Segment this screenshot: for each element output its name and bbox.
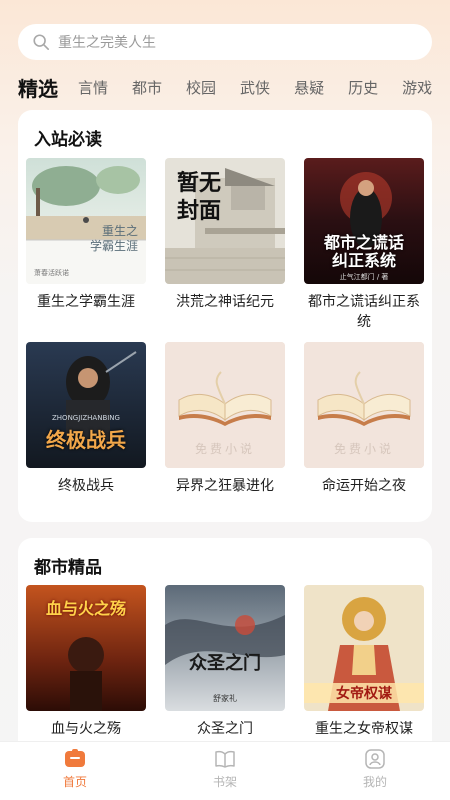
- cover-author: 萧春活跃诺: [34, 269, 69, 277]
- cover-text: 都市之谎话 纠正系统: [323, 233, 404, 270]
- nav-label: 书架: [212, 775, 237, 789]
- cover-text: 众圣之门: [189, 653, 261, 674]
- tab-urban[interactable]: 都市: [132, 77, 162, 98]
- book-cover[interactable]: 血与火之殇: [26, 585, 146, 711]
- book-cover[interactable]: 免费小说: [165, 342, 285, 468]
- cover-text: 女帝权谋: [304, 683, 424, 703]
- book-cover[interactable]: 众圣之门 舒家礼: [165, 585, 285, 711]
- cover-pinyin: ZHONGJIZHANBING: [52, 414, 120, 422]
- nav-home[interactable]: 首页: [0, 742, 150, 800]
- book-cover[interactable]: 重生之 学霸生涯 萧春活跃诺: [26, 158, 146, 284]
- section-title: 入站必读: [34, 130, 102, 150]
- book-item[interactable]: 众圣之门 舒家礼 众圣之门: [165, 585, 285, 739]
- book-title[interactable]: 异界之狂暴进化: [165, 476, 285, 496]
- book-item[interactable]: ZHONGJIZHANBING 终极战兵 终极战兵: [26, 342, 146, 496]
- tab-history[interactable]: 历史: [348, 77, 378, 98]
- profile-icon: [365, 749, 385, 769]
- book-cover[interactable]: ZHONGJIZHANBING 终极战兵: [26, 342, 146, 468]
- book-item[interactable]: 重生之 学霸生涯 萧春活跃诺 重生之学霸生涯: [26, 158, 146, 312]
- category-tabs: 精选 言情 都市 校园 武侠 悬疑 历史 游戏: [18, 72, 450, 102]
- section-urban-picks: 都市精品 血与火之殇 血与火之殇 众圣之门 舒家礼 众圣之门 女帝权谋 重生之女…: [18, 538, 432, 758]
- tab-romance[interactable]: 言情: [78, 77, 108, 98]
- nav-label: 我的: [362, 775, 387, 789]
- book-item[interactable]: 免费小说 异界之狂暴进化: [165, 342, 285, 496]
- cover-text: 终极战兵: [46, 428, 126, 452]
- section-must-read: 入站必读 重生之 学霸生涯 萧春活跃诺 重生之学霸生涯 暂无 封面 洪荒之神话纪…: [18, 110, 432, 522]
- book-item[interactable]: 血与火之殇 血与火之殇: [26, 585, 146, 739]
- cover-author: 止气江都门 / 著: [339, 273, 389, 281]
- cover-text: 重生之 学霸生涯: [89, 224, 138, 253]
- book-title[interactable]: 洪荒之神话纪元: [165, 292, 285, 312]
- book-item[interactable]: 免费小说 命运开始之夜: [304, 342, 424, 496]
- book-item[interactable]: 暂无 封面 洪荒之神话纪元: [165, 158, 285, 312]
- search-icon: [33, 34, 50, 51]
- cover-text: 血与火之殇: [45, 599, 126, 618]
- search-input[interactable]: 重生之完美人生: [58, 32, 156, 52]
- search-bar[interactable]: 重生之完美人生: [18, 24, 432, 60]
- cover-text: 免费小说: [194, 442, 255, 456]
- book-cover[interactable]: 免费小说: [304, 342, 424, 468]
- section-title: 都市精品: [34, 558, 102, 578]
- cover-text: 暂无 封面: [177, 171, 222, 224]
- bottom-navigation: 首页 书架 我的: [0, 741, 450, 800]
- tab-martial[interactable]: 武侠: [240, 77, 270, 98]
- book-title[interactable]: 命运开始之夜: [304, 476, 424, 496]
- tab-featured[interactable]: 精选: [18, 73, 58, 102]
- book-title[interactable]: 众圣之门: [165, 719, 285, 739]
- book-item[interactable]: 女帝权谋 重生之女帝权谋: [304, 585, 424, 739]
- tab-campus[interactable]: 校园: [186, 77, 216, 98]
- book-cover[interactable]: 都市之谎话 纠正系统 止气江都门 / 著: [304, 158, 424, 284]
- book-item[interactable]: 都市之谎话 纠正系统 止气江都门 / 著 都市之谎话纠正系统: [304, 158, 424, 332]
- book-cover[interactable]: 暂无 封面: [165, 158, 285, 284]
- nav-profile[interactable]: 我的: [300, 742, 450, 800]
- home-icon: [65, 749, 85, 767]
- book-title[interactable]: 终极战兵: [26, 476, 146, 496]
- nav-bookshelf[interactable]: 书架: [150, 742, 300, 800]
- tab-game[interactable]: 游戏: [402, 77, 432, 98]
- book-title[interactable]: 重生之女帝权谋: [304, 719, 424, 739]
- bookshelf-icon: [215, 750, 235, 768]
- book-title[interactable]: 血与火之殇: [26, 719, 146, 739]
- tab-mystery[interactable]: 悬疑: [294, 77, 324, 98]
- nav-label: 首页: [62, 775, 87, 789]
- cover-text: 免费小说: [333, 442, 394, 456]
- book-title[interactable]: 重生之学霸生涯: [26, 292, 146, 312]
- book-cover[interactable]: 女帝权谋: [304, 585, 424, 711]
- book-title[interactable]: 都市之谎话纠正系统: [304, 292, 424, 332]
- cover-author: 舒家礼: [213, 694, 237, 703]
